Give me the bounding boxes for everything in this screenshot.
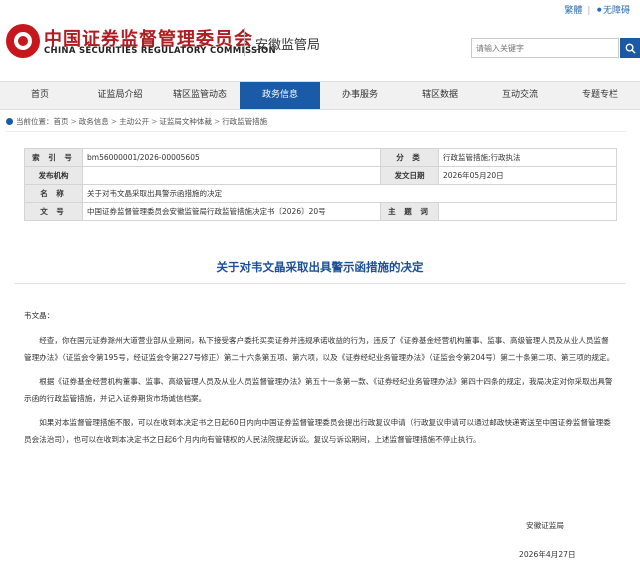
category-value: 行政监管措施;行政执法 <box>438 148 617 167</box>
breadcrumb-home[interactable]: 首页 <box>54 117 69 126</box>
utility-links: 繁體 | ⚫无障碍 <box>564 3 630 16</box>
breadcrumb-doc-genre[interactable]: 证监局文种体裁 <box>159 117 212 126</box>
table-row: 文 号 中国证券监督管理委员会安徽监管局行政监管措施决定书〔2026〕20号 主… <box>24 202 617 221</box>
breadcrumb-separator: > <box>110 117 118 126</box>
search-icon <box>625 43 636 54</box>
search-button[interactable] <box>620 38 640 58</box>
main-nav: 首页 证监局介绍 辖区监管动态 政务信息 办事服务 辖区数据 互动交流 专题专栏 <box>0 81 640 110</box>
nav-government-info[interactable]: 政务信息 <box>240 82 320 109</box>
date-label: 发文日期 <box>380 166 439 185</box>
breadcrumb-separator: > <box>213 117 221 126</box>
name-value: 关于对韦文晶采取出具警示函措施的决定 <box>82 184 617 203</box>
paragraph-appeal: 如果对本监督管理措施不服，可以在收到本决定书之日起60日内向中国证券监督管理委员… <box>24 418 611 444</box>
traditional-chinese-link[interactable]: 繁體 <box>564 6 582 16</box>
index-value: bm56000001/2026-00005605 <box>82 148 381 167</box>
paragraph-findings: 经查，你在国元证券滁州大道营业部从业期间，私下接受客户委托买卖证券并违规承诺收益… <box>24 336 615 362</box>
bureau-name: 安徽监管局 <box>255 38 321 53</box>
csrc-emblem-icon[interactable] <box>6 24 40 58</box>
logo-divider <box>244 28 245 56</box>
index-label: 索 引 号 <box>24 148 83 167</box>
paragraph-decision: 根据《证券基金经营机构董事、监事、高级管理人员及从业人员监督管理办法》第五十一条… <box>24 377 613 403</box>
table-row: 名 称 关于对韦文晶采取出具警示函措施的决定 <box>24 184 617 203</box>
accessibility-icon[interactable]: ⚫ <box>595 6 603 16</box>
logo-english-name[interactable]: CHINA SECURITIES REGULATORY COMMISSION <box>44 46 276 56</box>
location-icon <box>6 118 13 125</box>
nav-services[interactable]: 办事服务 <box>320 82 400 109</box>
document-title: 关于对韦文晶采取出具警示函措施的决定 <box>216 260 424 274</box>
site-header: 中国证券监督管理委员会 CHINA SECURITIES REGULATORY … <box>0 0 640 72</box>
date-value: 2026年05月20日 <box>438 166 617 185</box>
nav-regulatory-news[interactable]: 辖区监管动态 <box>160 82 240 109</box>
breadcrumb-separator: > <box>70 117 77 126</box>
utility-separator: | <box>587 6 591 16</box>
search-input[interactable] <box>471 38 619 58</box>
signature-date: 2026年4月27日 <box>519 550 576 559</box>
nav-bureau-intro[interactable]: 证监局介绍 <box>80 82 160 109</box>
docno-value: 中国证券监督管理委员会安徽监管局行政监管措施决定书〔2026〕20号 <box>82 202 381 221</box>
addressee: 韦文晶： <box>24 311 55 320</box>
title-divider <box>14 283 626 284</box>
breadcrumb: 当前位置：首页 > 政务信息 > 主动公开 > 证监局文种体裁 > 行政监管措施 <box>6 113 626 132</box>
breadcrumb-separator: > <box>151 117 158 126</box>
accessibility-link[interactable]: 无障碍 <box>603 6 630 16</box>
publisher-value <box>82 166 381 185</box>
nav-topics[interactable]: 专题专栏 <box>560 82 640 109</box>
document-info-table: 索 引 号 bm56000001/2026-00005605 分 类 行政监管措… <box>24 148 617 221</box>
breadcrumb-active-disclosure[interactable]: 主动公开 <box>119 117 149 126</box>
docno-label: 文 号 <box>24 202 83 221</box>
breadcrumb-government-info[interactable]: 政务信息 <box>79 117 109 126</box>
nav-region-data[interactable]: 辖区数据 <box>400 82 480 109</box>
subject-value <box>438 202 617 221</box>
nav-interaction[interactable]: 互动交流 <box>480 82 560 109</box>
publisher-label: 发布机构 <box>24 166 83 185</box>
nav-home[interactable]: 首页 <box>0 82 80 109</box>
table-row: 索 引 号 bm56000001/2026-00005605 分 类 行政监管措… <box>24 148 617 167</box>
document-body: 韦文晶： 经查，你在国元证券滁州大道营业部从业期间，私下接受客户委托买卖证券并违… <box>24 307 616 455</box>
name-label: 名 称 <box>24 184 83 203</box>
signature-org: 安徽证监局 <box>526 521 564 530</box>
breadcrumb-admin-measures[interactable]: 行政监管措施 <box>222 117 267 126</box>
breadcrumb-prefix: 当前位置： <box>16 117 54 126</box>
category-label: 分 类 <box>380 148 439 167</box>
table-row: 发布机构 发文日期 2026年05月20日 <box>24 166 617 185</box>
subject-label: 主 题 词 <box>380 202 439 221</box>
